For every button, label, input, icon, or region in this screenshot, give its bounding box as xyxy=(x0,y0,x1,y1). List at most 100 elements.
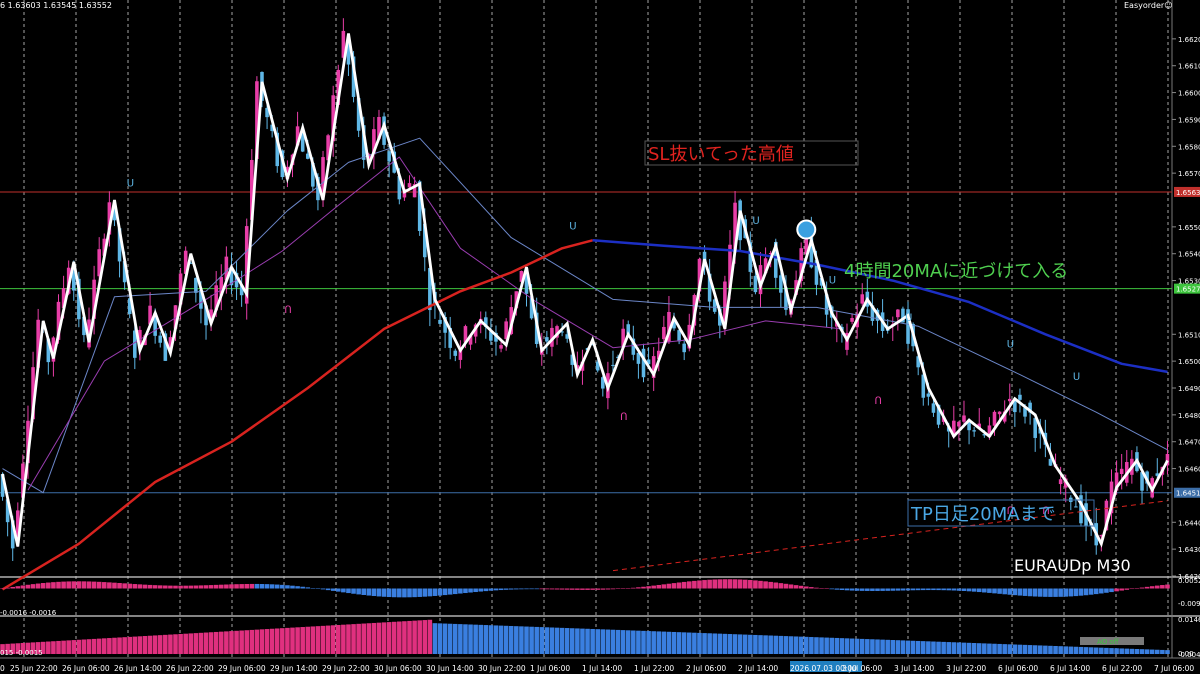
y-tick-label: 1.6590 xyxy=(1178,116,1200,124)
osc1-bar xyxy=(218,584,224,589)
x-tick-label: 26 Jun 22:00 xyxy=(166,664,214,673)
osc2-bar xyxy=(51,641,56,654)
osc2-bar xyxy=(488,625,494,654)
osc2-bar xyxy=(982,643,987,654)
osc1-bar xyxy=(676,582,682,589)
osc1-bar xyxy=(951,588,957,591)
osc2-bar xyxy=(915,640,921,654)
osc2-bar xyxy=(71,640,77,654)
osc2-bar xyxy=(473,624,478,654)
osc1-bar xyxy=(971,588,977,592)
osc1-bar xyxy=(208,585,214,589)
osc2-bar xyxy=(742,634,748,654)
osc1-bar xyxy=(798,585,804,589)
osc1-bar xyxy=(1027,588,1033,597)
osc1-bar xyxy=(997,588,1002,594)
osc2-bar xyxy=(798,636,804,654)
osc2-bar xyxy=(1068,646,1074,654)
osc1-bar xyxy=(1053,588,1058,597)
osc1-bar xyxy=(824,588,829,589)
osc1-bar xyxy=(498,588,504,591)
osc2-bar xyxy=(432,623,438,654)
candle-body xyxy=(926,393,931,397)
osc1-bar xyxy=(702,580,707,589)
osc2-bar xyxy=(910,640,916,654)
osc2-bar xyxy=(142,636,148,654)
candle-body xyxy=(682,343,686,353)
osc2-bar xyxy=(956,642,962,654)
osc2-bar xyxy=(218,631,224,654)
osc2-bar xyxy=(335,624,341,654)
osc1-bar xyxy=(157,585,163,589)
fractal-up-icon: ᑌ xyxy=(569,222,576,233)
x-tick-label: 25 Jun 22:00 xyxy=(10,664,58,673)
osc1-bar xyxy=(468,588,473,593)
y-tick-label: 1.6610 xyxy=(1178,63,1200,71)
osc1-bar xyxy=(1068,588,1074,597)
osc2-bar xyxy=(1058,646,1063,654)
price-chart[interactable]: 1.65631.65271.6451 ᑌᑌᑌᑌᑌᑌᑌᑎᑎᑎᑎᑎ 1.66201.… xyxy=(0,0,1200,674)
osc2-bar xyxy=(661,631,667,654)
x-tick-label: 2 Jul 06:00 xyxy=(686,664,726,673)
y-tick-label: 1.6580 xyxy=(1178,143,1200,151)
osc1-bar xyxy=(585,588,590,590)
osc1-bar xyxy=(280,584,285,589)
osc2-bar xyxy=(274,628,280,654)
osc1-bar xyxy=(814,587,819,589)
osc1-bar xyxy=(768,581,773,589)
osc2-bar xyxy=(600,629,606,654)
candles xyxy=(0,18,1170,561)
osc1-bar xyxy=(803,586,809,589)
osc2-bar xyxy=(854,638,860,654)
osc1-bar xyxy=(712,579,718,589)
osc1-bar xyxy=(91,581,97,589)
osc2-bar xyxy=(1048,645,1053,654)
osc2-bar xyxy=(646,631,651,654)
osc2-bar xyxy=(178,633,183,654)
osc1-bar xyxy=(748,580,753,589)
osc2-bar xyxy=(997,643,1002,654)
osc1-bar xyxy=(885,588,890,591)
osc2-bar xyxy=(285,627,290,654)
osc2-bar xyxy=(941,641,946,654)
osc1-bar xyxy=(605,588,611,590)
osc2-bar xyxy=(483,625,489,654)
chart-window[interactable]: 1.65631.65271.6451 ᑌᑌᑌᑌᑌᑌᑌᑎᑎᑎᑎᑎ 1.66201.… xyxy=(0,0,1200,674)
osc1-bar xyxy=(763,581,768,589)
osc1-bar xyxy=(575,588,580,590)
osc1-bar xyxy=(478,588,484,592)
x-tick-label: 6 Jul 14:00 xyxy=(1050,664,1090,673)
osc1-bar xyxy=(0,588,5,589)
osc1-bar xyxy=(529,588,534,590)
osc2-bar xyxy=(987,643,992,654)
osc1-bar xyxy=(681,581,687,589)
fractals: ᑌᑌ ᑌᑌᑌᑌᑌᑎᑎᑎᑎ ᑎ xyxy=(127,179,1081,518)
osc2-bar xyxy=(1144,649,1150,654)
osc1-bar xyxy=(829,588,835,590)
osc2-bar xyxy=(722,633,728,654)
osc2-bar xyxy=(234,630,239,654)
osc2-bar xyxy=(773,635,779,654)
osc1-bar xyxy=(1144,586,1150,589)
osc2-bar xyxy=(46,641,51,654)
osc1-bar xyxy=(849,588,855,591)
y-tick-label: 1.6460 xyxy=(1178,466,1200,474)
osc2-bar xyxy=(366,623,372,654)
osc1-bar xyxy=(137,584,143,589)
osc1-bar xyxy=(391,588,397,598)
osc2-bar xyxy=(1093,647,1099,654)
osc2-bar xyxy=(885,639,890,654)
osc2-bar xyxy=(737,634,743,654)
osc2-bar xyxy=(793,636,799,654)
osc1-bar xyxy=(361,588,367,595)
osc2-bar xyxy=(1027,645,1033,654)
osc2-bar xyxy=(702,633,707,654)
osc2-bar xyxy=(1017,644,1023,654)
osc1-bar xyxy=(381,588,387,597)
osc2-bar xyxy=(61,640,66,654)
x-tick-label: 30 Jun 22:00 xyxy=(478,664,526,673)
osc1-bar xyxy=(915,588,921,591)
candle-body xyxy=(611,364,615,366)
fractal-up-icon: ᑌ xyxy=(829,275,836,286)
osc2-bar xyxy=(101,638,107,654)
